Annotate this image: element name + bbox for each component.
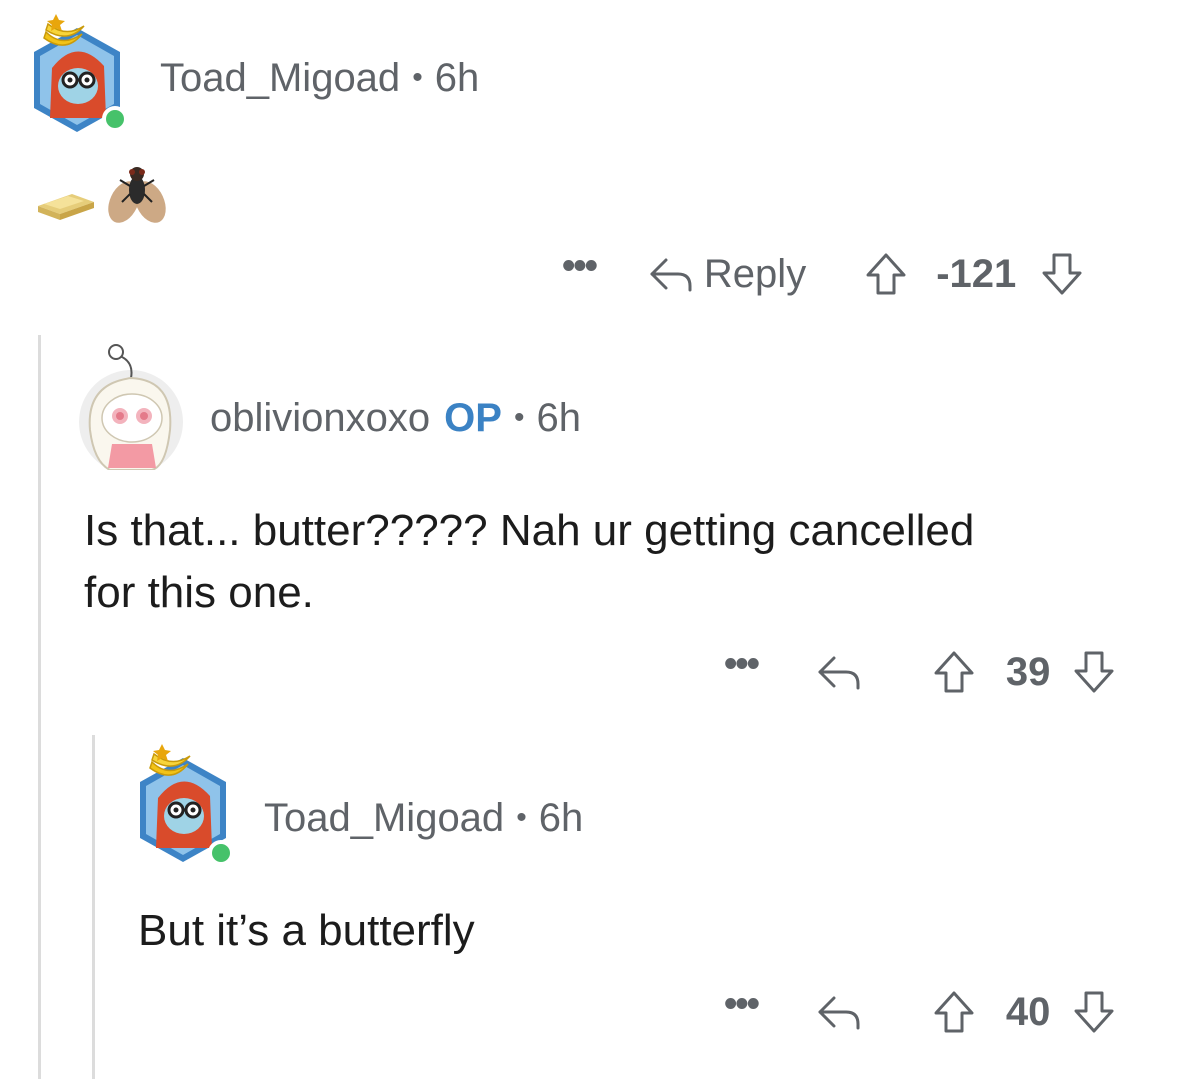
vote-score: 39 <box>1005 649 1051 694</box>
reply-icon <box>818 996 860 1030</box>
downvote-icon[interactable] <box>1072 649 1116 695</box>
vote-controls: 40 <box>932 989 1117 1035</box>
avatar[interactable] <box>22 8 132 138</box>
comment-actions: ••• 40 <box>724 983 1117 1040</box>
meta-separator: • <box>412 61 423 94</box>
avatar[interactable] <box>128 738 238 868</box>
comment-body: But it’s a butterfly <box>138 900 475 962</box>
reply-icon <box>818 656 860 690</box>
more-options-button[interactable]: ••• <box>562 245 598 288</box>
comment-timestamp[interactable]: 6h <box>435 56 480 101</box>
thread-line-level-1[interactable] <box>38 335 41 1079</box>
comment-meta: Toad_Migoad • 6h <box>160 56 479 101</box>
more-options-button[interactable]: ••• <box>724 643 760 686</box>
upvote-icon[interactable] <box>864 251 908 297</box>
reply-button[interactable] <box>816 652 862 692</box>
reply-icon <box>650 258 692 292</box>
more-options-button[interactable]: ••• <box>724 983 760 1026</box>
author-name[interactable]: Toad_Migoad <box>264 796 504 841</box>
comment-body-line: But it’s a butterfly <box>138 906 475 955</box>
upvote-icon[interactable] <box>932 649 976 695</box>
vote-score: 40 <box>1005 989 1051 1034</box>
op-badge: OP <box>444 396 502 440</box>
comment-meta: oblivionxoxo OP • 6h <box>210 396 581 441</box>
vote-controls: 39 <box>932 649 1117 695</box>
reply-button[interactable]: Reply <box>648 252 806 297</box>
downvote-icon[interactable] <box>1072 989 1116 1035</box>
fly-icon <box>108 167 166 223</box>
meta-separator: • <box>513 401 525 434</box>
reply-label: Reply <box>703 251 807 296</box>
comment-timestamp[interactable]: 6h <box>539 796 584 841</box>
vote-controls: -121 <box>864 251 1084 297</box>
downvote-icon[interactable] <box>1040 251 1084 297</box>
comment-body-line: Is that... butter????? Nah ur getting ca… <box>84 506 975 555</box>
vote-score: -121 <box>936 251 1017 296</box>
comment-timestamp[interactable]: 6h <box>536 396 581 441</box>
avatar[interactable] <box>76 340 186 470</box>
comment-meta: Toad_Migoad • 6h <box>264 796 583 841</box>
online-status-indicator <box>208 840 234 866</box>
reply-button[interactable] <box>816 992 862 1032</box>
comment-actions: ••• 39 <box>724 643 1117 700</box>
author-name[interactable]: oblivionxoxo <box>210 396 430 441</box>
online-status-indicator <box>102 106 128 132</box>
meta-separator: • <box>516 801 527 834</box>
comment-body <box>32 158 172 228</box>
butter-icon <box>38 194 94 220</box>
comment-actions: ••• Reply -121 <box>562 245 1084 302</box>
author-name[interactable]: Toad_Migoad <box>160 56 400 101</box>
comment-body: Is that... butter????? Nah ur getting ca… <box>84 500 974 624</box>
thread-line-level-2[interactable] <box>92 735 95 1079</box>
comment-body-line: for this one. <box>84 568 314 617</box>
upvote-icon[interactable] <box>932 989 976 1035</box>
